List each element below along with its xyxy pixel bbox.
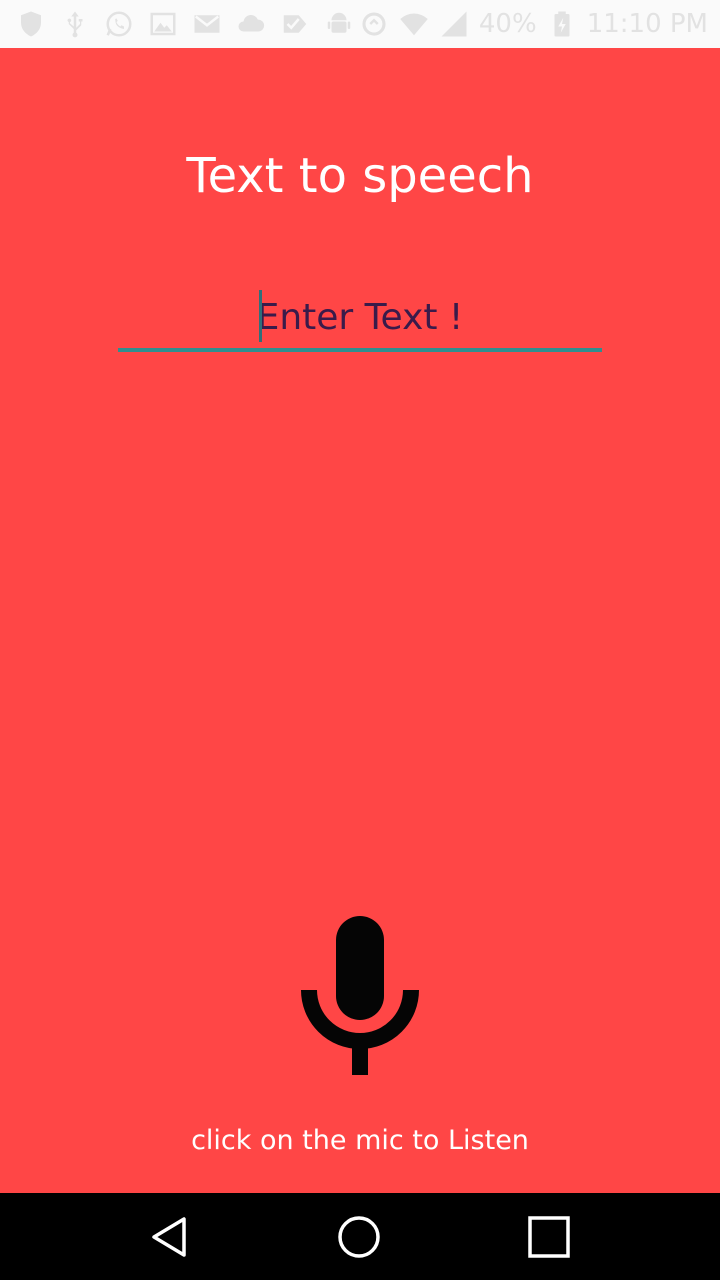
battery-percent: 40% (478, 9, 537, 39)
signal-icon (439, 9, 469, 39)
text-cursor (259, 290, 262, 342)
cloud-icon (236, 9, 266, 39)
system-indicators: 40% 11:10 PM (359, 9, 708, 39)
usb-icon (60, 9, 90, 39)
microphone-icon (301, 916, 419, 1075)
app-screen: 40% 11:10 PM Text to speech click on the… (0, 0, 720, 1280)
sync-icon (359, 9, 389, 39)
recent-apps-button[interactable] (525, 1213, 573, 1261)
shield-icon (16, 9, 46, 39)
whatsapp-icon (104, 9, 134, 39)
page-title: Text to speech (186, 148, 534, 204)
android-icon (324, 9, 354, 39)
status-bar: 40% 11:10 PM (0, 0, 720, 48)
recent-apps-square-icon (528, 1216, 570, 1258)
check-flag-icon (280, 9, 310, 39)
mic-button[interactable] (295, 910, 425, 1080)
text-input-container (118, 286, 602, 352)
wifi-icon (399, 9, 429, 39)
image-icon (148, 9, 178, 39)
back-button[interactable] (146, 1213, 194, 1261)
navigation-bar (0, 1193, 720, 1280)
home-button[interactable] (335, 1213, 383, 1261)
notification-icons (16, 9, 354, 39)
battery-charging-icon (547, 9, 577, 39)
mic-hint-text: click on the mic to Listen (191, 1125, 529, 1156)
back-triangle-icon (152, 1217, 186, 1257)
clock-time: 11:10 PM (586, 9, 708, 39)
gmail-icon (192, 9, 222, 39)
home-circle-icon (338, 1216, 380, 1258)
text-input[interactable] (118, 286, 602, 352)
